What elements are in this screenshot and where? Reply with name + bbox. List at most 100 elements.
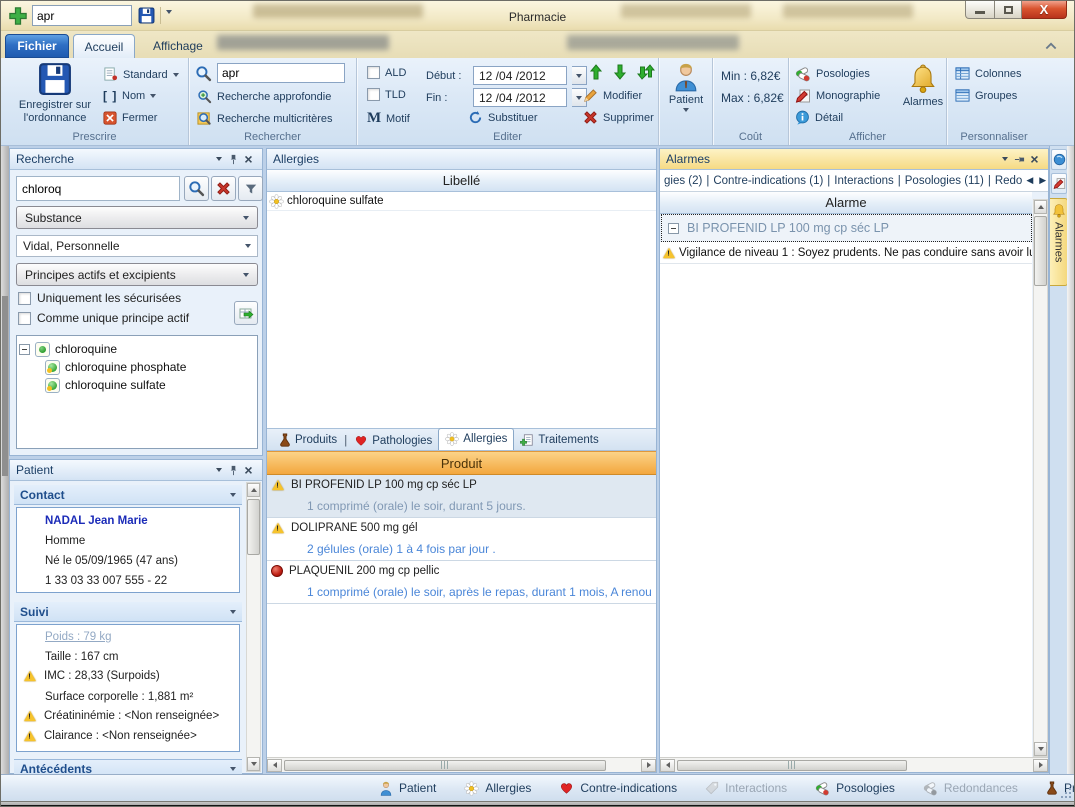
scroll-up-button[interactable] — [1034, 200, 1047, 214]
product-row[interactable]: PLAQUENIL 200 mg cp pellic 1 comprimé (o… — [267, 561, 656, 604]
scroll-down-button[interactable] — [247, 757, 260, 771]
unique-principe-checkbox[interactable]: Comme unique principe actif — [18, 311, 189, 325]
patient-scrollbar[interactable] — [246, 482, 261, 772]
tld-checkbox[interactable]: TLD — [367, 88, 406, 101]
collapse-group-icon[interactable] — [668, 223, 679, 234]
tab-pathologies[interactable]: Pathologies — [348, 432, 438, 450]
modifier-button[interactable]: Modifier — [583, 88, 642, 103]
alarm-tab-allergies[interactable]: gies (2) — [664, 175, 702, 187]
pin-icon[interactable] — [1012, 152, 1027, 167]
alarm-group-row[interactable]: BI PROFENID LP 100 mg cp séc LP — [661, 214, 1032, 242]
product-row[interactable]: BI PROFENID LP 100 mg cp séc LP 1 compri… — [267, 475, 656, 518]
maximize-button[interactable] — [995, 1, 1022, 19]
tab-fichier[interactable]: Fichier — [5, 34, 69, 58]
tab-produits[interactable]: Produits — [273, 431, 343, 450]
alarm-tab-interactions[interactable]: Interactions — [834, 175, 893, 187]
recherche-approfondie-button[interactable]: Recherche approfondie — [197, 89, 331, 104]
posologies-button[interactable]: Posologies — [795, 66, 870, 82]
statusbar-item-posologies[interactable]: Posologies — [801, 781, 909, 796]
poids-link[interactable]: Poids : 79 kg — [45, 631, 111, 643]
tree-node-child[interactable]: chloroquine sulfate — [19, 376, 255, 394]
panel-menu-button[interactable] — [211, 152, 226, 167]
contact-section-header[interactable]: Contact — [14, 485, 242, 505]
standard-button[interactable]: Standard — [103, 67, 179, 82]
tab-traitements[interactable]: Traitements — [514, 431, 604, 450]
pin-icon[interactable] — [226, 152, 241, 167]
tab-scroll-left-icon[interactable]: ◀ — [1026, 175, 1033, 186]
scroll-thumb[interactable] — [247, 499, 260, 555]
motif-button[interactable]: MMotif — [367, 110, 410, 127]
category-dropdown[interactable]: Substance — [16, 206, 258, 229]
tab-scroll-right-icon[interactable]: ▶ — [1039, 175, 1046, 186]
type-dropdown[interactable]: Principes actifs et excipients — [16, 263, 258, 286]
substituer-button[interactable]: Substituer — [468, 110, 538, 125]
alarm-alert-row[interactable]: Vigilance de niveau 1 : Soyez prudents. … — [660, 242, 1032, 264]
fin-date-field[interactable]: 12 /04 /2012 — [473, 88, 567, 107]
alarme-column-header[interactable]: Alarme — [660, 192, 1032, 214]
search-go-button[interactable] — [184, 176, 209, 201]
product-row[interactable]: DOLIPRANE 500 mg gél 2 gélules (orale) 1… — [267, 518, 656, 561]
dock-info-button[interactable] — [1051, 149, 1067, 170]
panel-menu-button[interactable] — [211, 463, 226, 478]
debut-date-dropdown[interactable] — [572, 66, 587, 85]
scroll-right-button[interactable] — [641, 759, 656, 772]
supprimer-button[interactable]: Supprimer — [583, 110, 654, 125]
move-up-icon[interactable] — [589, 64, 603, 80]
produit-column-header[interactable]: Produit — [267, 451, 656, 475]
alarm-tab-contre-indications[interactable]: Contre-indications (1) — [713, 175, 823, 187]
ald-checkbox[interactable]: ALD — [367, 66, 406, 79]
source-dropdown[interactable]: Vidal, Personnelle — [16, 235, 258, 257]
scroll-thumb[interactable] — [1034, 216, 1047, 286]
nom-button[interactable]: [ ] Nom — [103, 89, 156, 103]
panel-close-button[interactable]: × — [1027, 152, 1042, 167]
alarms-vscrollbar[interactable] — [1033, 199, 1048, 757]
panel-close-button[interactable]: × — [241, 152, 256, 167]
alarm-tab-redondances[interactable]: Redo — [995, 175, 1023, 187]
patient-button[interactable]: Patient — [663, 62, 709, 112]
close-button[interactable]: X — [1022, 1, 1067, 19]
alarm-tab-posologies[interactable]: Posologies (11) — [905, 175, 984, 187]
dock-monographie-button[interactable] — [1051, 173, 1067, 194]
suivi-section-header[interactable]: Suivi — [14, 602, 242, 622]
save-prescription-button[interactable]: Enregistrer sur l'ordonnance — [9, 62, 101, 125]
scroll-up-button[interactable] — [247, 483, 260, 497]
debut-date-field[interactable]: 12 /04 /2012 — [473, 66, 567, 85]
tree-node-root[interactable]: chloroquine — [19, 340, 255, 358]
libelle-column-header[interactable]: Libellé — [267, 170, 656, 192]
scroll-left-button[interactable] — [267, 759, 282, 772]
statusbar-item-patient[interactable]: Patient — [365, 781, 450, 796]
products-hscrollbar[interactable] — [267, 757, 656, 772]
pin-icon[interactable] — [226, 463, 241, 478]
fermer-button[interactable]: Fermer — [103, 111, 157, 125]
move-down-icon[interactable] — [613, 64, 627, 80]
alarms-hscrollbar[interactable] — [660, 757, 1048, 772]
tab-affichage[interactable]: Affichage — [141, 34, 215, 58]
statusbar-item-allergies[interactable]: Allergies — [450, 781, 545, 796]
dock-tab-alarmes[interactable]: Alarmes — [1050, 198, 1068, 286]
securisees-checkbox[interactable]: Uniquement les sécurisées — [18, 291, 181, 305]
resize-grip[interactable] — [1059, 786, 1071, 798]
move-both-icon[interactable] — [637, 64, 655, 80]
collapse-node-icon[interactable] — [19, 344, 30, 355]
panel-menu-button[interactable] — [997, 152, 1012, 167]
scroll-left-button[interactable] — [660, 759, 675, 772]
filter-button[interactable] — [238, 176, 263, 201]
substance-search-input[interactable] — [16, 176, 180, 201]
scroll-down-button[interactable] — [1034, 742, 1047, 756]
ribbon-search-input[interactable] — [217, 63, 345, 83]
scroll-thumb[interactable] — [284, 760, 606, 771]
recherche-multicriteres-button[interactable]: Recherche multicritères — [197, 111, 333, 126]
detail-button[interactable]: Détail — [795, 110, 843, 125]
scroll-right-button[interactable] — [1033, 759, 1048, 772]
tab-accueil[interactable]: Accueil — [73, 34, 135, 58]
statusbar-item-contre-indications[interactable]: Contre-indications — [545, 781, 691, 795]
tree-node-child[interactable]: chloroquine phosphate — [19, 358, 255, 376]
left-splitter[interactable] — [1, 146, 9, 774]
colonnes-button[interactable]: Colonnes — [955, 66, 1021, 81]
monographie-button[interactable]: Monographie — [795, 88, 880, 104]
export-table-button[interactable] — [234, 301, 258, 325]
collapse-ribbon-icon[interactable] — [1044, 39, 1058, 51]
alarmes-button[interactable]: Alarmes — [901, 64, 945, 108]
minimize-button[interactable] — [965, 1, 995, 19]
scroll-thumb[interactable] — [677, 760, 907, 771]
